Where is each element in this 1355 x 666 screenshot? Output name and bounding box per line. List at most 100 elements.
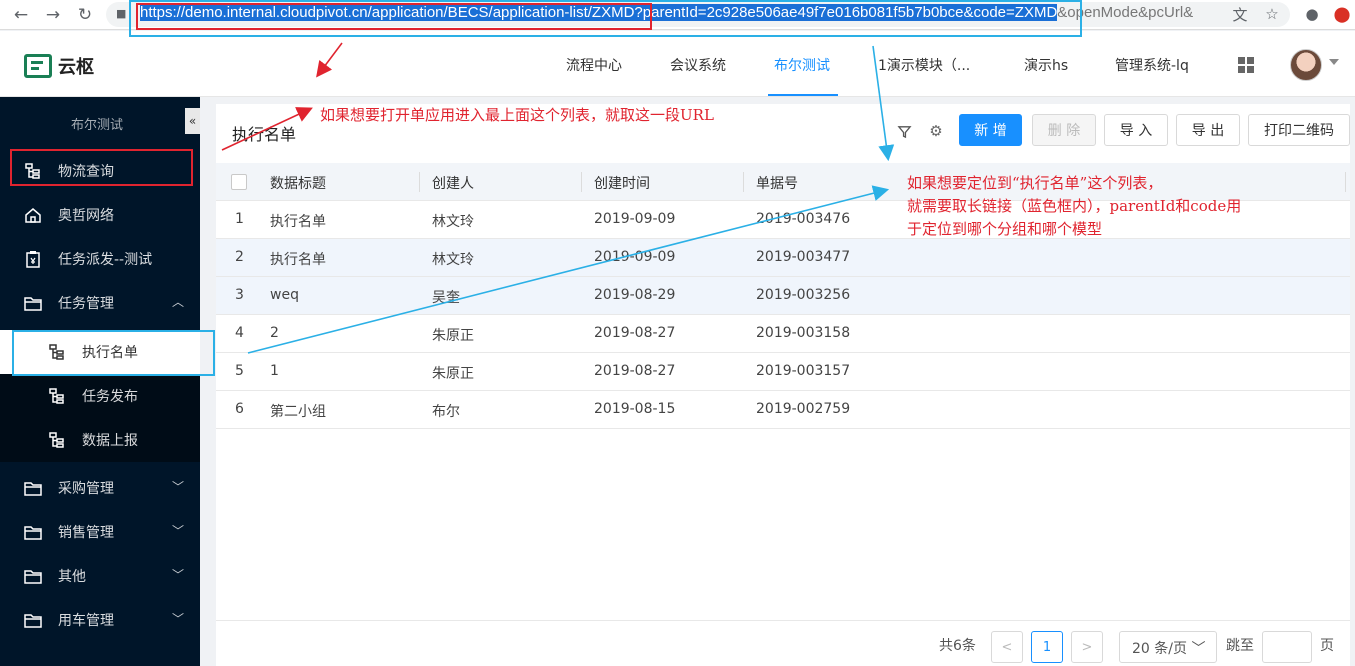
- caret-down-icon[interactable]: [1329, 59, 1339, 65]
- main-content: 执行名单 ⚙ 新 增 删 除 导 入 导 出 打印二维码 数据标题 创建人 创建…: [216, 104, 1350, 666]
- page-unit-label: 页: [1320, 638, 1334, 654]
- cell-created-time: 2019-09-09: [594, 249, 676, 265]
- add-button[interactable]: 新 增: [959, 114, 1022, 146]
- nav-item-demo-module[interactable]: 1演示模块（...: [878, 55, 970, 75]
- cell-title[interactable]: weq: [270, 287, 299, 303]
- chevron-down-icon: ﹀: [172, 524, 185, 538]
- pagination: 共6条 < 1 > 20 条/页 ﹀ 跳至 页: [216, 620, 1350, 666]
- sidebar-item-aozhe-network[interactable]: 奥哲网络: [0, 193, 200, 237]
- nav-item-process-center[interactable]: 流程中心: [566, 55, 622, 75]
- table-row[interactable]: 4 2 朱原正 2019-08-27 2019-003158: [216, 315, 1350, 353]
- nav-item-bool-test[interactable]: 布尔测试: [774, 55, 830, 75]
- nav-item-admin-lq[interactable]: 管理系统-lq: [1115, 55, 1189, 75]
- clipboard-icon: [26, 251, 40, 268]
- chevron-down-icon: ﹀: [172, 568, 185, 582]
- table-row[interactable]: 5 1 朱原正 2019-08-27 2019-003157: [216, 353, 1350, 391]
- sidebar-item-label: 数据上报: [82, 433, 138, 449]
- cell-doc-no: 2019-003158: [756, 325, 851, 341]
- cell-title[interactable]: 2: [270, 325, 279, 341]
- page-size-select[interactable]: 20 条/页 ﹀: [1119, 631, 1217, 663]
- translate-icon[interactable]: 文: [1230, 4, 1250, 24]
- column-header-doc-no[interactable]: 单据号: [756, 173, 798, 193]
- sidebar-item-task-management[interactable]: 任务管理 ︿: [0, 281, 200, 325]
- table-row[interactable]: 3 weq 吴奎 2019-08-29 2019-003256: [216, 277, 1350, 315]
- sidebar-item-vehicle[interactable]: 用车管理 ﹀: [0, 598, 200, 642]
- sidebar-item-label: 任务发布: [82, 389, 138, 405]
- avatar[interactable]: [1290, 49, 1322, 81]
- next-page-button[interactable]: >: [1071, 631, 1103, 663]
- sidebar-item-label: 任务派发--测试: [58, 252, 153, 268]
- sidebar-item-task-dispatch[interactable]: 任务派发--测试: [0, 237, 200, 281]
- cell-created-time: 2019-09-09: [594, 211, 676, 227]
- extension-icon[interactable]: ⬤: [1332, 4, 1352, 24]
- cell-created-time: 2019-08-29: [594, 287, 676, 303]
- cell-title[interactable]: 执行名单: [270, 211, 326, 231]
- logo-text: 云枢: [58, 57, 94, 78]
- cell-title[interactable]: 1: [270, 363, 279, 379]
- cell-doc-no: 2019-003256: [756, 287, 851, 303]
- column-header-creator[interactable]: 创建人: [432, 173, 474, 193]
- home-icon: [25, 208, 41, 223]
- cell-creator: 林文玲: [432, 214, 474, 230]
- sidebar-item-label: 用车管理: [58, 613, 114, 629]
- row-index: 6: [235, 401, 244, 417]
- annotation-blue-box-url: [129, 0, 1082, 37]
- column-divider: [1345, 172, 1346, 192]
- nav-item-meeting[interactable]: 会议系统: [670, 55, 726, 75]
- sidebar-item-label: 奥哲网络: [58, 208, 114, 224]
- cell-creator: 吴奎: [432, 290, 460, 306]
- row-index: 3: [235, 287, 244, 303]
- sidebar-item-other[interactable]: 其他 ﹀: [0, 554, 200, 598]
- select-all-checkbox[interactable]: [231, 174, 247, 190]
- sidebar-item-purchasing[interactable]: 采购管理 ﹀: [0, 466, 200, 510]
- cell-creator: 朱原正: [432, 328, 474, 344]
- row-index: 4: [235, 325, 244, 341]
- page-1-button[interactable]: 1: [1031, 631, 1063, 663]
- back-icon[interactable]: ←: [10, 4, 32, 26]
- sidebar-collapse-button[interactable]: «: [185, 108, 200, 134]
- annotation-note-line-2: 就需要取长链接（蓝色框内），parentId和code用: [907, 197, 1242, 215]
- prev-page-button[interactable]: <: [991, 631, 1023, 663]
- annotation-blue-box-sidebar: [12, 330, 215, 376]
- chevron-down-icon: ﹀: [172, 480, 185, 494]
- logo[interactable]: 云枢: [24, 53, 94, 79]
- folder-icon: [24, 482, 42, 496]
- lock-icon: ■: [116, 7, 127, 20]
- forward-icon[interactable]: →: [42, 4, 64, 26]
- row-index: 2: [235, 249, 244, 265]
- jump-page-input[interactable]: [1262, 631, 1312, 663]
- annotation-note-line-3: 于定位到哪个分组和哪个模型: [907, 220, 1103, 238]
- apps-grid-icon[interactable]: [1238, 57, 1254, 73]
- reload-icon[interactable]: ↻: [74, 4, 96, 26]
- sidebar-item-label: 任务管理: [58, 296, 114, 312]
- cell-title[interactable]: 第二小组: [270, 401, 326, 421]
- gear-icon[interactable]: ⚙: [927, 122, 945, 140]
- export-button[interactable]: 导 出: [1176, 114, 1240, 146]
- chevron-down-icon: ﹀: [172, 612, 185, 626]
- sidebar-subitem-data-report[interactable]: 数据上报: [0, 418, 200, 462]
- row-index: 1: [235, 211, 244, 227]
- cell-doc-no: 2019-003477: [756, 249, 851, 265]
- nav-item-demo-hs[interactable]: 演示hs: [1024, 55, 1068, 75]
- sidebar-item-sales[interactable]: 销售管理 ﹀: [0, 510, 200, 554]
- profile-icon[interactable]: ●: [1302, 4, 1322, 24]
- column-header-created-time[interactable]: 创建时间: [594, 173, 650, 193]
- table-row[interactable]: 6 第二小组 布尔 2019-08-15 2019-002759: [216, 391, 1350, 429]
- table-row[interactable]: 2 执行名单 林文玲 2019-09-09 2019-003477: [216, 239, 1350, 277]
- column-header-title[interactable]: 数据标题: [270, 173, 326, 193]
- column-divider: [581, 172, 582, 192]
- sidebar-item-label: 销售管理: [58, 525, 114, 541]
- import-button[interactable]: 导 入: [1104, 114, 1168, 146]
- sidebar-subitem-task-publish[interactable]: 任务发布: [0, 374, 200, 418]
- delete-button[interactable]: 删 除: [1032, 114, 1096, 146]
- print-qrcode-button[interactable]: 打印二维码: [1248, 114, 1350, 146]
- cell-created-time: 2019-08-15: [594, 401, 676, 417]
- folder-icon: [24, 297, 42, 311]
- star-icon[interactable]: ☆: [1262, 4, 1282, 24]
- sidebar-title: 布尔测试: [70, 118, 123, 133]
- sidebar-item-label: 其他: [58, 569, 86, 585]
- cell-title[interactable]: 执行名单: [270, 249, 326, 269]
- filter-icon[interactable]: [895, 122, 913, 140]
- page-title: 执行名单: [232, 125, 297, 144]
- folder-icon: [24, 570, 42, 584]
